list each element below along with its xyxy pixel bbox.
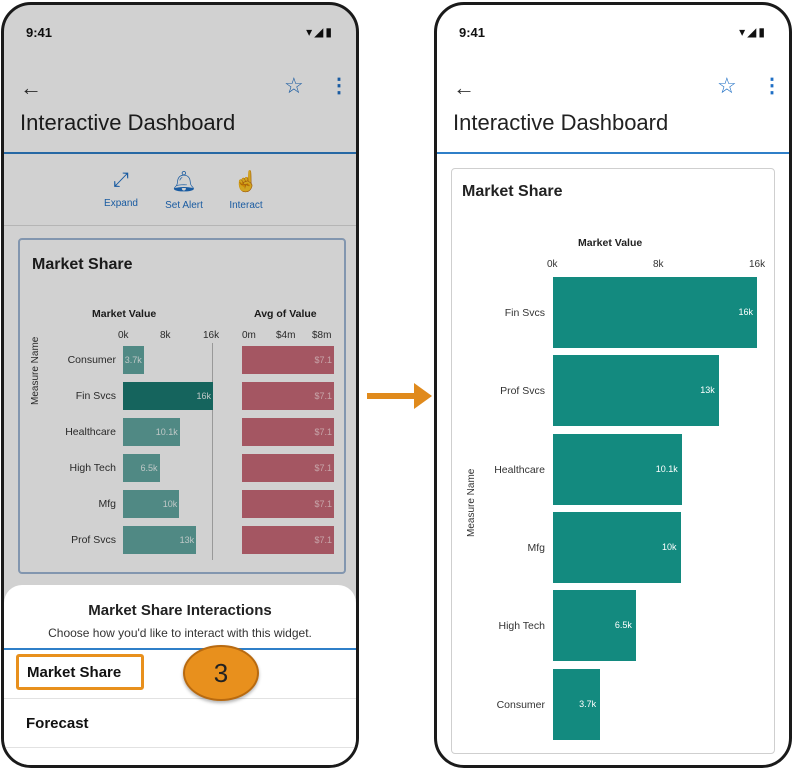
value-label: 3.7k	[579, 698, 597, 709]
phone-screen-right: 9:41 ▾◢▮ ← ☆ ⋮ Interactive Dashboard Mar…	[434, 2, 792, 768]
market-share-option-label: Market Share	[27, 664, 122, 681]
market-share-option[interactable]: Market Share	[16, 654, 144, 690]
status-icons: ▾◢▮	[739, 25, 767, 39]
category-label: High Tech	[498, 620, 545, 633]
value-label: 6.5k	[614, 620, 632, 631]
value-label: 10k	[661, 541, 677, 552]
widget-title: Market Share	[462, 183, 563, 200]
status-time: 9:41	[459, 25, 486, 40]
back-arrow-icon[interactable]: ←	[453, 75, 475, 101]
transition-arrow	[367, 393, 417, 399]
forecast-option[interactable]: Forecast	[26, 715, 89, 732]
sheet-subtitle: Choose how you'd like to interact with t…	[48, 626, 312, 640]
category-label: Healthcare	[494, 463, 545, 476]
value-label: 13k	[700, 385, 715, 396]
y-axis-label: Measure Name	[466, 468, 477, 537]
tick-2: 16k	[749, 259, 766, 270]
category-label: Prof Svcs	[500, 385, 545, 398]
value-label: 10.1k	[655, 463, 678, 474]
page-title: Interactive Dashboard	[453, 110, 669, 135]
tick-0: 0k	[547, 259, 558, 270]
header-divider	[437, 152, 789, 154]
sheet-title: Market Share Interactions	[88, 602, 272, 619]
step-callout: 3	[183, 645, 259, 701]
phone-screen-left: 9:41 ▾◢▮ ← ☆ ⋮ Interactive Dashboard ⤢ E…	[1, 2, 359, 768]
option-divider	[4, 698, 356, 699]
more-options-icon[interactable]: ⋮	[762, 73, 782, 98]
sheet-divider	[4, 648, 356, 650]
option-divider-2	[4, 747, 356, 748]
category-label: Consumer	[496, 698, 545, 711]
expanded-market-share-widget[interactable]: Market Share Market Value 0k 8k 16k Meas…	[451, 168, 775, 754]
tick-1: 8k	[653, 259, 664, 270]
market-value-title: Market Value	[578, 237, 643, 249]
category-label: Fin Svcs	[504, 307, 545, 319]
value-label: 16k	[738, 307, 753, 317]
transition-arrow-head	[414, 383, 432, 409]
star-icon[interactable]: ☆	[717, 73, 737, 99]
interactions-sheet: Market Share Interactions Choose how you…	[4, 585, 356, 765]
category-label: Mfg	[527, 541, 545, 554]
